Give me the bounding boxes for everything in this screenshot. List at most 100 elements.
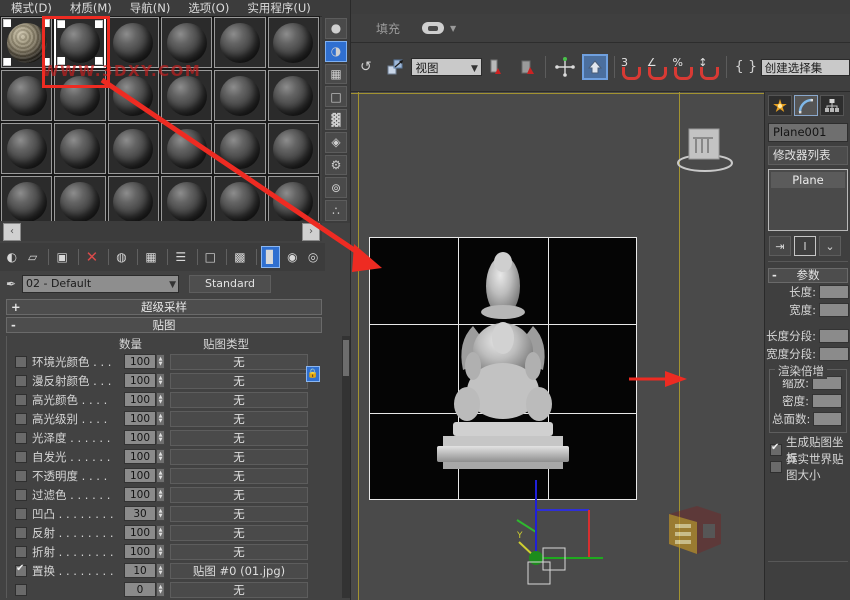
- spinner-arrows[interactable]: ▲▼: [156, 525, 165, 540]
- make-material-copy-icon[interactable]: ◍: [113, 247, 131, 267]
- map-type-button[interactable]: 无: [170, 468, 308, 484]
- spinner-arrows[interactable]: ▲▼: [156, 354, 165, 369]
- sample-slot-7[interactable]: [1, 70, 52, 121]
- sample-slot-4[interactable]: [161, 17, 212, 68]
- map-enable-checkbox[interactable]: [15, 565, 27, 577]
- map-amount-field[interactable]: 100: [124, 430, 156, 445]
- checkbox-box[interactable]: [770, 461, 782, 473]
- spinner-arrows[interactable]: ▲▼: [156, 506, 165, 521]
- spinner-arrows[interactable]: ▲▼: [156, 563, 165, 578]
- reference-coordinate-icon[interactable]: [582, 54, 608, 80]
- map-amount-field[interactable]: 100: [124, 487, 156, 502]
- sample-slot-11[interactable]: [214, 70, 265, 121]
- assign-material-to-selection-icon[interactable]: ▣: [53, 247, 71, 267]
- sample-type-icon[interactable]: ●: [325, 18, 347, 39]
- map-enable-checkbox[interactable]: [15, 508, 27, 520]
- map-enable-checkbox[interactable]: [15, 432, 27, 444]
- make-unique-icon[interactable]: ▦: [142, 247, 160, 267]
- map-type-button[interactable]: 无: [170, 525, 308, 541]
- background-checker-icon[interactable]: ▦: [325, 64, 347, 85]
- map-type-button[interactable]: 无: [170, 411, 308, 427]
- sample-slot-21[interactable]: [108, 176, 159, 221]
- map-amount-field[interactable]: 30: [124, 506, 156, 521]
- chevron-down-icon[interactable]: ▼: [169, 277, 176, 293]
- sample-slot-5[interactable]: [214, 17, 265, 68]
- checkbox-real-world-map-size[interactable]: 真实世界贴图大小: [765, 458, 850, 475]
- width-field[interactable]: [819, 303, 849, 317]
- map-type-button[interactable]: 无: [170, 487, 308, 503]
- param-row-width-segs[interactable]: 宽度分段:: [765, 345, 850, 363]
- sample-slot-14[interactable]: [54, 123, 105, 174]
- put-material-to-scene-icon[interactable]: ▱: [24, 247, 42, 267]
- map-row-diffuse-color[interactable]: 漫反射颜色 . . . 100 ▲▼ 无: [7, 371, 322, 390]
- spinner-arrows[interactable]: ▲▼: [156, 373, 165, 388]
- map-type-button[interactable]: 无: [170, 449, 308, 465]
- material-name-field[interactable]: 02 - Default ▼: [22, 275, 179, 293]
- map-row-ambient-color[interactable]: 环境光颜色 . . . 100 ▲▼ 无: [7, 352, 322, 371]
- plane-object[interactable]: Z Y: [369, 237, 637, 500]
- spinner-arrows[interactable]: ▲▼: [156, 392, 165, 407]
- chevron-down-icon[interactable]: ▼: [450, 24, 456, 33]
- map-type-button[interactable]: 贴图 #0 (01.jpg): [170, 563, 308, 579]
- checkbox-box[interactable]: [770, 444, 782, 456]
- sample-slot-18[interactable]: [268, 123, 319, 174]
- get-material-icon[interactable]: ◐: [3, 247, 21, 267]
- map-type-button[interactable]: 无: [170, 373, 308, 389]
- sample-slot-8[interactable]: [54, 70, 105, 121]
- scrollbar-thumb[interactable]: [343, 340, 349, 376]
- map-row-refraction[interactable]: 折射 . . . . . . . . 100 ▲▼ 无: [7, 542, 322, 561]
- length-segs-field[interactable]: [819, 329, 849, 343]
- map-enable-checkbox[interactable]: [15, 451, 27, 463]
- param-row-width[interactable]: 宽度:: [765, 301, 850, 319]
- map-row-specular-level[interactable]: 高光级别 . . . . 100 ▲▼ 无: [7, 409, 322, 428]
- select-by-material-icon[interactable]: ⊚: [325, 177, 347, 198]
- hierarchy-tab[interactable]: [820, 95, 844, 116]
- map-enable-checkbox[interactable]: [15, 413, 27, 425]
- spinner-arrows[interactable]: ▲▼: [156, 582, 165, 597]
- sample-slots-grid[interactable]: WWW.3DXY.COM: [0, 16, 320, 221]
- reference-coordinate-system-dropdown[interactable]: 视图 ▼: [411, 58, 482, 76]
- sample-slot-22[interactable]: [161, 176, 212, 221]
- sample-slot-20[interactable]: [54, 176, 105, 221]
- undo-icon[interactable]: ↺: [353, 54, 379, 80]
- map-amount-field[interactable]: 10: [124, 563, 156, 578]
- param-row-length[interactable]: 长度:: [765, 283, 850, 301]
- map-enable-checkbox[interactable]: [15, 489, 27, 501]
- scroll-right-button[interactable]: ›: [302, 223, 320, 241]
- select-object-icon[interactable]: [484, 54, 510, 80]
- sample-slot-15[interactable]: [108, 123, 159, 174]
- chevron-down-icon[interactable]: ▼: [471, 60, 478, 78]
- map-amount-field[interactable]: 100: [124, 392, 156, 407]
- pin-stack-button[interactable]: ⇥: [769, 236, 791, 256]
- spinner-arrows[interactable]: ▲▼: [156, 430, 165, 445]
- modify-tab[interactable]: [794, 95, 818, 116]
- sample-slot-12[interactable]: [268, 70, 319, 121]
- spinner-arrows[interactable]: ▲▼: [156, 487, 165, 502]
- rollout-parameters[interactable]: - 参数: [768, 268, 848, 283]
- sample-slot-2-selected[interactable]: [54, 17, 105, 68]
- map-amount-field[interactable]: 100: [124, 468, 156, 483]
- map-type-button[interactable]: 无: [170, 582, 308, 598]
- map-amount-field[interactable]: 100: [124, 525, 156, 540]
- map-row-self-illumination[interactable]: 自发光 . . . . . . 100 ▲▼ 无: [7, 447, 322, 466]
- video-color-check-icon[interactable]: ▓: [325, 109, 347, 130]
- transform-gizmo[interactable]: Z Y: [503, 480, 673, 600]
- show-map-in-viewport-icon[interactable]: ▩: [231, 247, 249, 267]
- sample-uv-tiling-icon[interactable]: □: [325, 86, 347, 107]
- map-type-button[interactable]: 无: [170, 354, 308, 370]
- map-row-specular-color[interactable]: 高光颜色 . . . . 100 ▲▼ 无: [7, 390, 322, 409]
- param-row-length-segs[interactable]: 长度分段:: [765, 327, 850, 345]
- material-map-navigator-icon[interactable]: ∴: [325, 200, 347, 221]
- rollout-super-sampling[interactable]: + 超级采样: [6, 299, 322, 315]
- show-end-result-icon[interactable]: ▊: [261, 246, 281, 268]
- map-enable-checkbox[interactable]: [15, 546, 27, 558]
- object-name-field[interactable]: Plane001: [768, 123, 848, 142]
- sample-slot-13[interactable]: [1, 123, 52, 174]
- sample-slot-9[interactable]: [108, 70, 159, 121]
- sample-slot-19[interactable]: [1, 176, 52, 221]
- sample-slot-6[interactable]: [268, 17, 319, 68]
- modifier-list-dropdown[interactable]: 修改器列表: [768, 146, 848, 165]
- map-amount-field[interactable]: 100: [124, 373, 156, 388]
- spinner-snap-toggle-icon[interactable]: ↕: [696, 54, 722, 80]
- percent-snap-toggle-icon[interactable]: %: [671, 54, 697, 80]
